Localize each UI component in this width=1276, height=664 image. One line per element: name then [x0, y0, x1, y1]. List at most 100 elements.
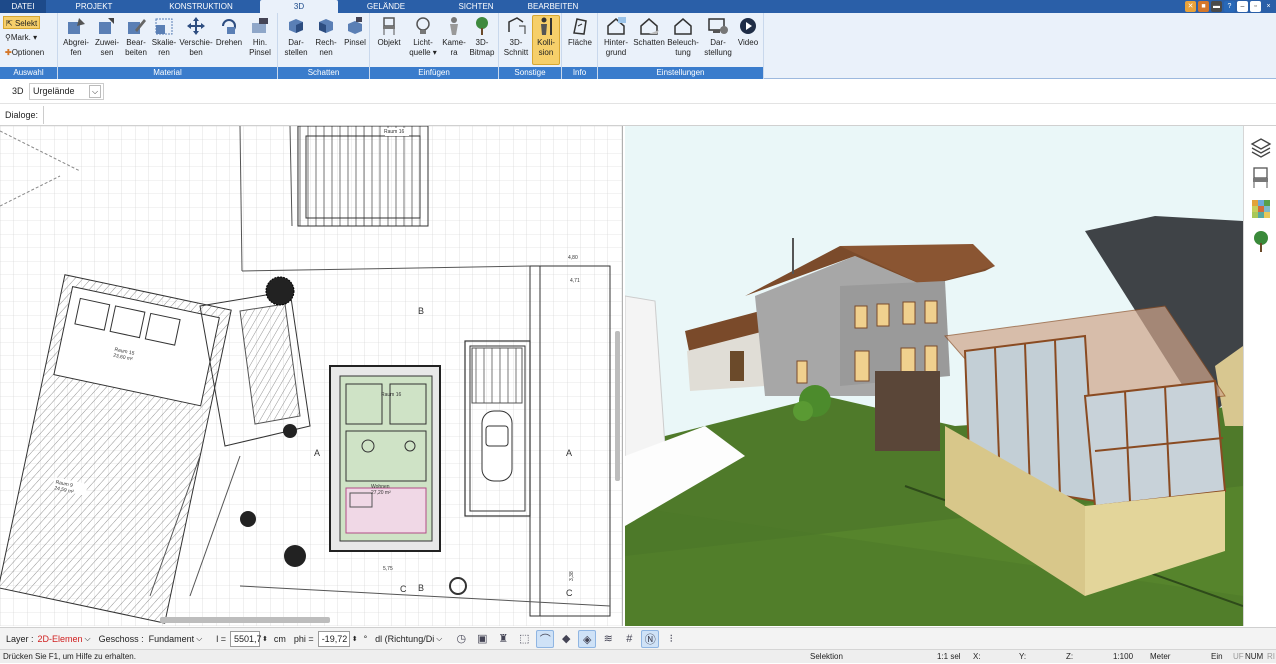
- minimize-icon[interactable]: –: [1237, 1, 1248, 12]
- rotate-icon: [222, 19, 236, 34]
- tab-datei[interactable]: DATEI: [0, 0, 46, 13]
- clock-icon[interactable]: ◷: [452, 630, 470, 648]
- tab-bearbeiten[interactable]: BEARBEITEN: [518, 0, 588, 13]
- package-icon[interactable]: ■: [1198, 1, 1209, 12]
- verschieben-button[interactable]: Verschie- ben: [178, 16, 214, 58]
- grid-icon[interactable]: #: [620, 630, 638, 648]
- shadow-cube-icon: [289, 19, 303, 33]
- abgreifen-button[interactable]: Abgrei- fen: [60, 16, 92, 58]
- status-ein: Ein: [1211, 652, 1223, 661]
- more-icon[interactable]: ⁝: [662, 630, 680, 648]
- section-icon: [508, 17, 526, 34]
- plants-icon[interactable]: [1254, 231, 1268, 252]
- tab-projekt[interactable]: PROJEKT: [46, 0, 142, 13]
- snap-icon[interactable]: ⌒: [536, 629, 555, 648]
- terrain-select[interactable]: Urgelände ⌵: [29, 83, 104, 100]
- video-button[interactable]: Video: [734, 16, 762, 48]
- lichtquelle-button[interactable]: Licht- quelle ▾: [406, 16, 440, 58]
- help-icon[interactable]: ?: [1224, 1, 1235, 12]
- select-button[interactable]: ⇱ Selekt: [3, 16, 41, 29]
- schatten-rechnen-button[interactable]: Rech- nen: [311, 16, 341, 58]
- mark-button[interactable]: ⚲Mark. ▾: [3, 31, 39, 44]
- bitmap-3d-button[interactable]: 3D- Bitmap: [468, 16, 496, 58]
- options-button[interactable]: ✚Optionen: [3, 46, 46, 59]
- view-mode-label: 3D: [12, 86, 24, 96]
- window-controls: ✕ ■ ▬ ? – ▫ ×: [1185, 1, 1274, 12]
- figure-icon[interactable]: ♜: [494, 630, 512, 648]
- schatten-pinsel-button[interactable]: Pinsel: [341, 16, 369, 48]
- einst-schatten-button[interactable]: Schatten: [632, 16, 666, 48]
- walls-icon[interactable]: ◆: [557, 630, 575, 648]
- folder-icon[interactable]: ▬: [1211, 1, 1222, 12]
- length-unit: cm: [273, 633, 286, 644]
- schatten-darstellen-button[interactable]: Dar- stellen: [281, 16, 311, 58]
- tree-icon: [476, 17, 488, 35]
- drehen-button[interactable]: Drehen: [214, 16, 244, 48]
- status-y: Y:: [1019, 652, 1027, 661]
- dialogs-label: Dialoge:: [5, 110, 39, 120]
- status-ri: RI: [1267, 652, 1275, 661]
- geschoss-select[interactable]: Fundament: [149, 634, 195, 644]
- geschoss-label: Geschoss :: [98, 633, 144, 644]
- furniture-icon[interactable]: [1253, 167, 1268, 188]
- bearbeiten-button[interactable]: Bear- beiten: [122, 16, 150, 58]
- group-sonstige: 3D- Schnitt Kolli- sion Sonstige: [499, 13, 562, 79]
- box-icon[interactable]: ⬚: [515, 630, 533, 648]
- status-selection: 1:1 sel: [937, 652, 961, 661]
- status-unit: Meter: [1150, 652, 1171, 661]
- floor-plan-view[interactable]: Raum 16 Raum 15 23,60 m² Raum 9 24,59 m²: [0, 126, 623, 626]
- north-icon[interactable]: Ⓝ: [641, 629, 660, 648]
- group-auswahl: ⇱ Selekt ⚲Mark. ▾ ✚Optionen Auswahl: [0, 13, 58, 79]
- objekt-button[interactable]: Objekt: [372, 16, 406, 48]
- tab-sichten[interactable]: SICHTEN: [434, 0, 518, 13]
- restore-icon[interactable]: ▫: [1250, 1, 1261, 12]
- dl-select[interactable]: dl (Richtung/Di: [375, 634, 434, 644]
- tools-icon[interactable]: ✕: [1185, 1, 1196, 12]
- 3d-render-canvas[interactable]: [625, 126, 1243, 626]
- beleuchtung-button[interactable]: Beleuch- tung: [666, 16, 700, 58]
- status-num: NUM: [1245, 652, 1264, 661]
- chevron-down-icon[interactable]: ⌵: [196, 634, 202, 644]
- skalieren-button[interactable]: Skalie- ren: [150, 16, 178, 58]
- phi-stepper[interactable]: ⬍: [352, 635, 358, 643]
- scale-icon: [155, 18, 173, 35]
- close-icon[interactable]: ×: [1263, 1, 1274, 12]
- kollision-button[interactable]: Kolli- sion: [532, 15, 560, 65]
- horizontal-scrollbar[interactable]: [160, 617, 330, 623]
- help-hint: Drücken Sie F1, um Hilfe zu erhalten.: [3, 652, 136, 661]
- group-schatten: Dar- stellen Rech- nen Pinsel Schatten: [278, 13, 370, 79]
- shadow-house-icon: [640, 18, 659, 35]
- length-input[interactable]: 5501,7: [230, 630, 262, 647]
- hin-pinsel-button[interactable]: Hin. Pinsel: [246, 16, 274, 58]
- edit-material-icon: [128, 19, 146, 34]
- chevron-down-icon[interactable]: ⌵: [89, 85, 101, 98]
- materials-icon[interactable]: [1252, 200, 1270, 218]
- hintergrund-button[interactable]: Hinter- grund: [600, 16, 632, 58]
- layer-select[interactable]: 2D-Elemen: [38, 634, 83, 644]
- layers-icon[interactable]: [1250, 138, 1272, 158]
- darstellung-button[interactable]: Dar- stellung: [702, 16, 734, 58]
- flaeche-button[interactable]: Fläche: [565, 16, 595, 48]
- chevron-down-icon[interactable]: ⌵: [85, 634, 91, 644]
- schnitt-3d-button[interactable]: 3D- Schnitt: [501, 16, 531, 58]
- kamera-button[interactable]: Kame- ra: [440, 16, 468, 58]
- vertical-scrollbar[interactable]: [615, 331, 620, 481]
- plane-icon[interactable]: ◈: [578, 629, 597, 648]
- cursor-icon: ⇱: [6, 19, 13, 28]
- phi-input[interactable]: -19,72: [317, 630, 350, 647]
- length-stepper[interactable]: ⬍: [262, 635, 268, 643]
- svg-text:A: A: [314, 448, 320, 458]
- screen-icon[interactable]: ▣: [473, 630, 491, 648]
- svg-text:27,20 m²: 27,20 m²: [371, 490, 391, 496]
- waves-icon[interactable]: ≋: [599, 630, 617, 648]
- tab-konstruktion[interactable]: KONSTRUKTION: [142, 0, 260, 13]
- floor-plan-canvas[interactable]: Raum 16 Raum 15 23,60 m² Raum 9 24,59 m²: [0, 126, 623, 626]
- tab-3d[interactable]: 3D: [260, 0, 338, 13]
- zuweisen-button[interactable]: Zuwei- sen: [92, 16, 122, 58]
- tab-gelaende[interactable]: GELÄNDE: [338, 0, 434, 13]
- chevron-down-icon[interactable]: ⌵: [436, 634, 442, 644]
- right-toolbar: [1243, 126, 1276, 626]
- 3d-view[interactable]: [625, 126, 1243, 626]
- svg-text:5,75: 5,75: [383, 566, 393, 572]
- group-title-auswahl: Auswahl: [0, 67, 57, 79]
